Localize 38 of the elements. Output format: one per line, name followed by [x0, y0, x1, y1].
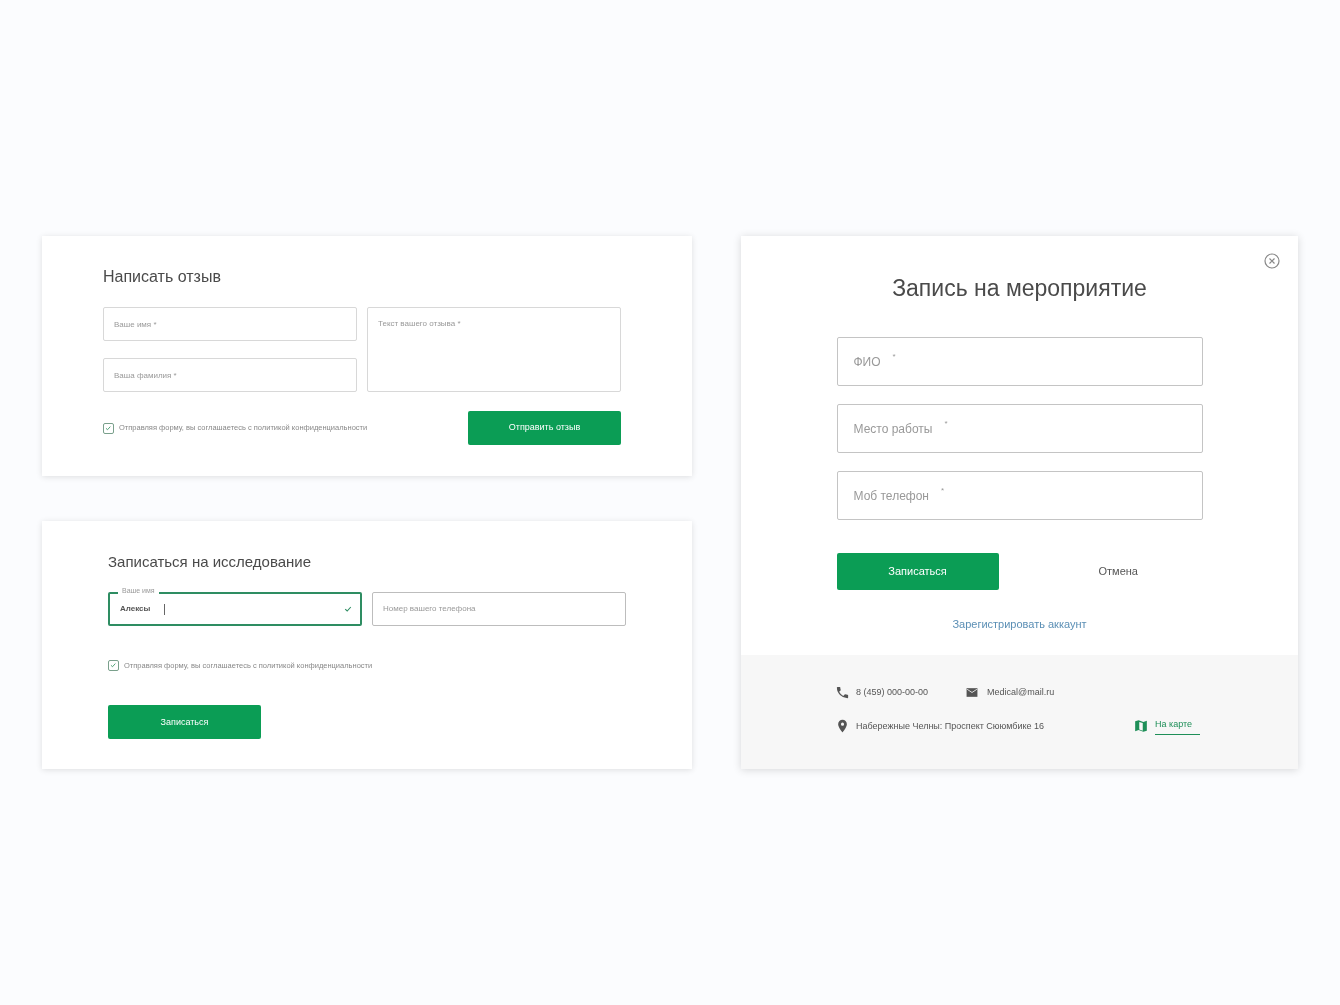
address-text: Набережные Челны: Проспект Сююмбике 16 — [856, 719, 1046, 733]
checkbox[interactable] — [103, 422, 114, 434]
input-field[interactable]: Ваше имя * — [103, 307, 357, 341]
map-link[interactable]: На карте — [1155, 718, 1200, 735]
field-placeholder: Номер вашего телефона — [383, 603, 476, 615]
field-placeholder: ФИО — [853, 353, 881, 371]
required-mark: * — [892, 350, 896, 363]
cancel-button[interactable]: Отмена — [1098, 563, 1138, 580]
check-icon — [344, 605, 352, 613]
close-icon[interactable] — [1264, 253, 1280, 269]
input-field[interactable]: Ваша фамилия * — [103, 358, 357, 392]
input-field[interactable]: Номер вашего телефона — [372, 592, 626, 626]
dialog-title: Запись на мероприятие — [892, 274, 1147, 302]
form-title: Записаться на исследование — [108, 552, 313, 572]
signup-button[interactable]: Записаться — [108, 705, 261, 740]
checkbox[interactable] — [108, 660, 119, 672]
register-link[interactable]: Зарегистрировать аккаунт — [952, 616, 1087, 633]
text-cursor — [164, 603, 166, 615]
field-value: Алексы — [120, 603, 151, 615]
send-review-button[interactable]: Отправить отзыв — [468, 411, 621, 445]
check-icon — [105, 424, 112, 432]
email-text: Medical@mail.ru — [987, 685, 1055, 699]
input-field[interactable]: ФИО * — [836, 337, 1203, 386]
field-placeholder: Место работы — [853, 420, 933, 438]
phone-icon — [835, 685, 850, 700]
check-icon — [110, 662, 117, 669]
location-pin-icon — [835, 718, 850, 735]
map-icon — [1134, 719, 1148, 734]
required-mark: * — [941, 484, 945, 497]
required-mark: * — [944, 417, 948, 430]
signup-button[interactable]: Записаться — [836, 553, 999, 590]
review-textarea[interactable]: Текст вашего отзыва * — [367, 307, 621, 392]
form-title: Написать отзыв — [103, 267, 222, 287]
field-placeholder: Моб телефон — [853, 487, 929, 505]
input-field[interactable]: Место работы * — [836, 404, 1203, 453]
phone-number: 8 (459) 000-00-00 — [856, 685, 930, 699]
mail-icon — [964, 686, 980, 699]
input-field[interactable]: Моб телефон * — [836, 471, 1203, 520]
